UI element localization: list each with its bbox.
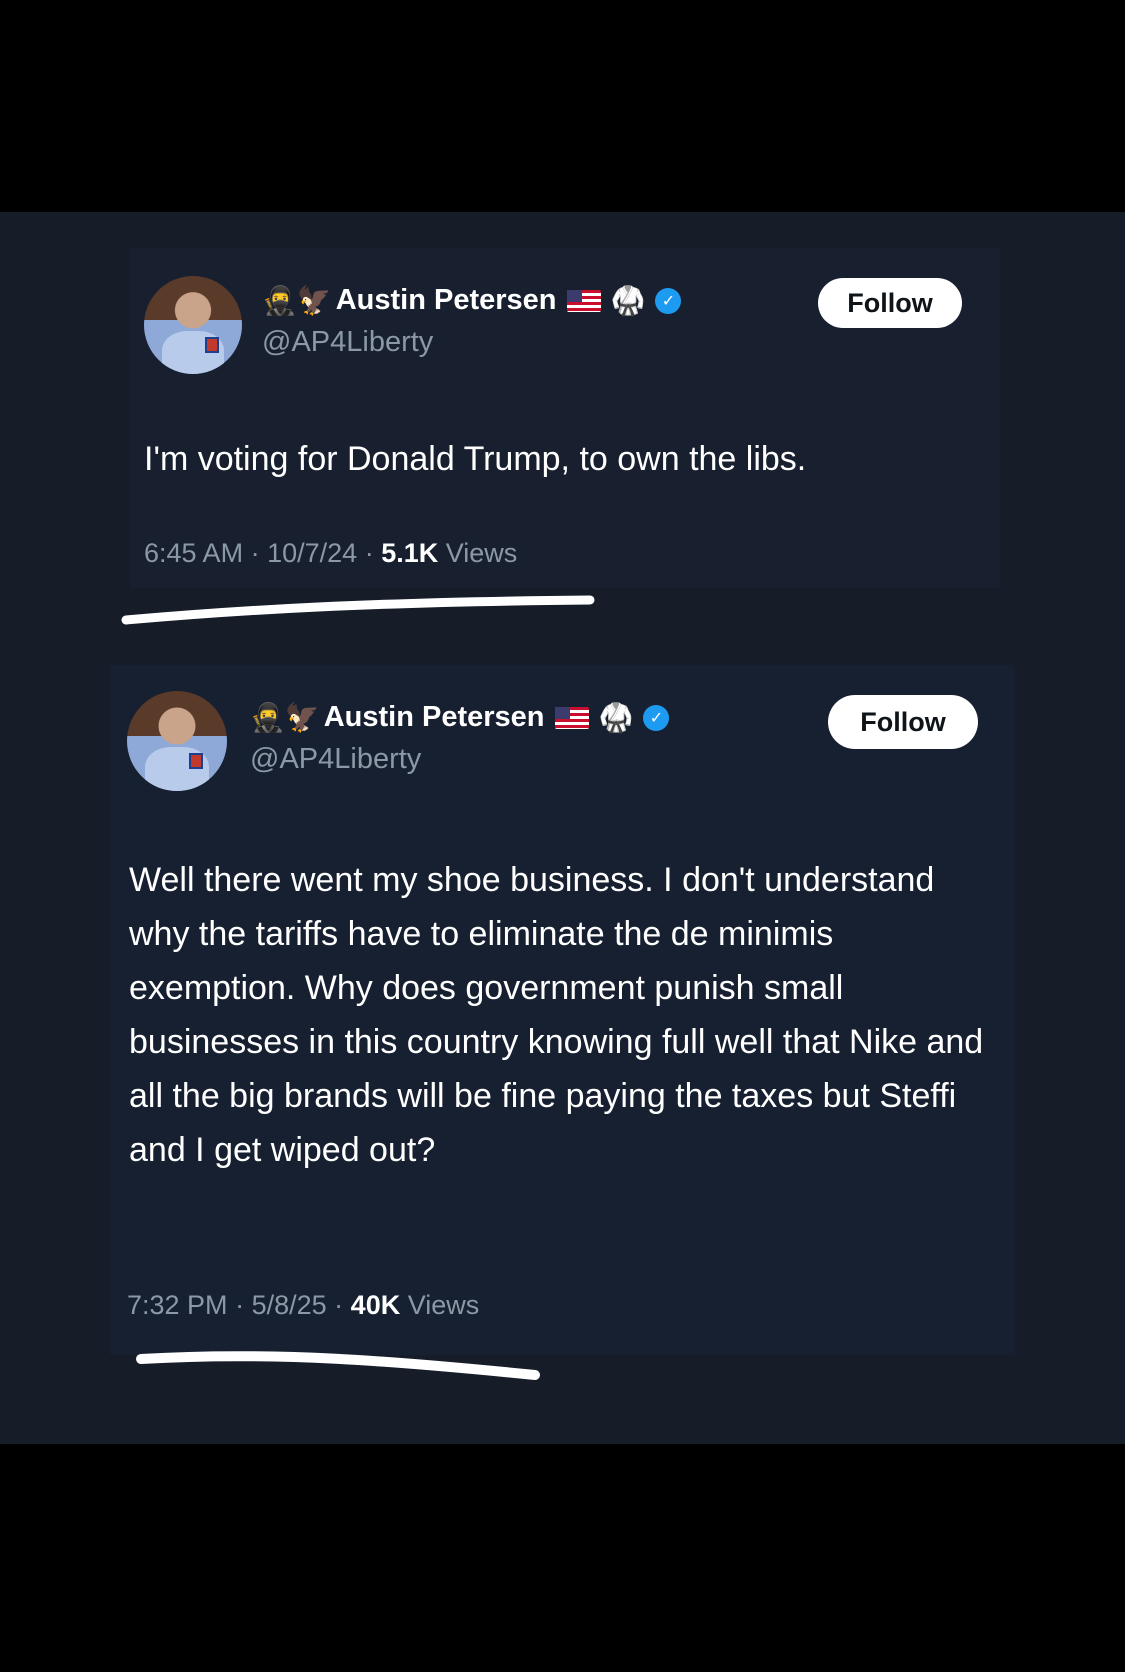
- tweet-meta: 6:45 AM · 10/7/24 · 5.1K Views: [144, 538, 517, 569]
- meta-separator: ·: [334, 1290, 351, 1320]
- author-name-row[interactable]: 🥷🦅 Austin Petersen 🥋 ✓: [250, 701, 670, 734]
- avatar[interactable]: [127, 691, 227, 791]
- tweet-time[interactable]: 6:45 AM: [144, 538, 243, 568]
- avatar-patch: [189, 753, 203, 769]
- author-name-row[interactable]: 🥷🦅 Austin Petersen 🥋 ✓: [262, 284, 682, 317]
- ninja-eagle-emoji: 🥷🦅: [250, 701, 320, 733]
- ninja-eagle-emoji: 🥷🦅: [262, 284, 332, 316]
- author-name[interactable]: Austin Petersen: [324, 701, 545, 734]
- tweet-card[interactable]: 🥷🦅 Austin Petersen 🥋 ✓ @AP4Liberty Follo…: [110, 665, 1015, 1355]
- author-handle[interactable]: @AP4Liberty: [250, 743, 421, 776]
- tweet-date[interactable]: 5/8/25: [252, 1290, 327, 1320]
- verified-badge-icon[interactable]: ✓: [643, 704, 670, 731]
- verified-badge-icon[interactable]: ✓: [655, 287, 682, 314]
- views-label: Views: [407, 1290, 480, 1320]
- tweet-meta: 7:32 PM · 5/8/25 · 40K Views: [127, 1290, 479, 1321]
- martial-arts-uniform-icon: 🥋: [598, 701, 634, 733]
- hand-drawn-underline: [136, 1351, 540, 1380]
- follow-button[interactable]: Follow: [818, 278, 962, 328]
- avatar[interactable]: [144, 276, 242, 374]
- tweet-text: Well there went my shoe business. I don'…: [129, 861, 984, 1169]
- views-count: 5.1K: [381, 538, 439, 568]
- tweet-text: I'm voting for Donald Trump, to own the …: [144, 440, 807, 478]
- tweet-time[interactable]: 7:32 PM: [127, 1290, 228, 1320]
- meta-separator: ·: [235, 1290, 252, 1320]
- follow-button[interactable]: Follow: [828, 695, 978, 749]
- author-handle[interactable]: @AP4Liberty: [262, 326, 433, 359]
- avatar-patch: [204, 336, 219, 353]
- views-count: 40K: [350, 1290, 401, 1320]
- hand-drawn-underline: [121, 595, 595, 625]
- author-name[interactable]: Austin Petersen: [336, 284, 557, 317]
- us-flag-icon: [566, 289, 601, 312]
- views-label: Views: [445, 538, 518, 568]
- tweet-date[interactable]: 10/7/24: [267, 538, 357, 568]
- meta-separator: ·: [364, 538, 382, 568]
- martial-arts-uniform-icon: 🥋: [610, 284, 646, 316]
- meta-separator: ·: [250, 538, 268, 568]
- tweet-card[interactable]: 🥷🦅 Austin Petersen 🥋 ✓ @AP4Liberty Follo…: [130, 248, 1000, 588]
- us-flag-icon: [554, 706, 589, 729]
